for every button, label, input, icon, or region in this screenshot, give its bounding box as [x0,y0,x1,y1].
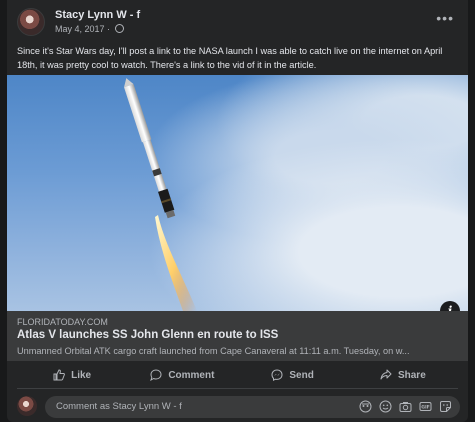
link-preview[interactable]: FLORIDATODAY.COM Atlas V launches SS Joh… [7,311,468,361]
send-label: Send [289,369,314,381]
comment-icon [150,369,162,381]
share-icon [380,369,392,380]
like-label: Like [71,369,92,381]
comment-tools: GIF [359,400,452,413]
thumbs-up-icon [53,369,66,381]
avatar-sticker-icon[interactable] [359,400,372,413]
comment-composer: Comment as Stacy Lynn W - f GIF [17,396,460,418]
rocket-launch-image [124,78,197,311]
post-date[interactable]: May 4, 2017 [55,24,105,34]
link-domain: FLORIDATODAY.COM [17,317,108,327]
commenter-avatar[interactable] [17,396,37,416]
messenger-icon [271,369,283,381]
comment-input[interactable]: Comment as Stacy Lynn W - f GIF [45,396,460,418]
link-title[interactable]: Atlas V launches SS John Glenn en route … [17,329,278,341]
link-image[interactable]: i [7,75,468,311]
post-meta: May 4, 2017 · [55,24,124,34]
action-bar: Like Comment Send Share [17,364,458,386]
emoji-icon[interactable] [379,400,392,413]
post-header: Stacy Lynn W - f May 4, 2017 · ••• [17,8,458,38]
like-button[interactable]: Like [17,364,127,386]
more-options-button[interactable]: ••• [436,10,454,26]
comment-label: Comment [168,369,215,381]
post-text: Since it's Star Wars day, I'll post a li… [17,46,443,70]
send-button[interactable]: Send [238,364,348,386]
share-button[interactable]: Share [348,364,458,386]
meta-separator: · [107,24,111,34]
divider [17,388,458,389]
link-description: Unmanned Orbital ATK cargo craft launche… [17,346,410,356]
author-name[interactable]: Stacy Lynn W - f [55,9,140,21]
comment-placeholder: Comment as Stacy Lynn W - f [56,401,182,412]
gif-icon[interactable]: GIF [419,400,432,413]
share-label: Share [397,369,426,381]
sticker-icon[interactable] [439,400,452,413]
camera-icon[interactable] [399,400,412,413]
svg-text:GIF: GIF [421,405,430,411]
globe-icon [114,24,124,33]
comment-button[interactable]: Comment [127,364,237,386]
author-avatar[interactable] [17,8,45,36]
post-card: Stacy Lynn W - f May 4, 2017 · ••• Since… [7,0,468,422]
